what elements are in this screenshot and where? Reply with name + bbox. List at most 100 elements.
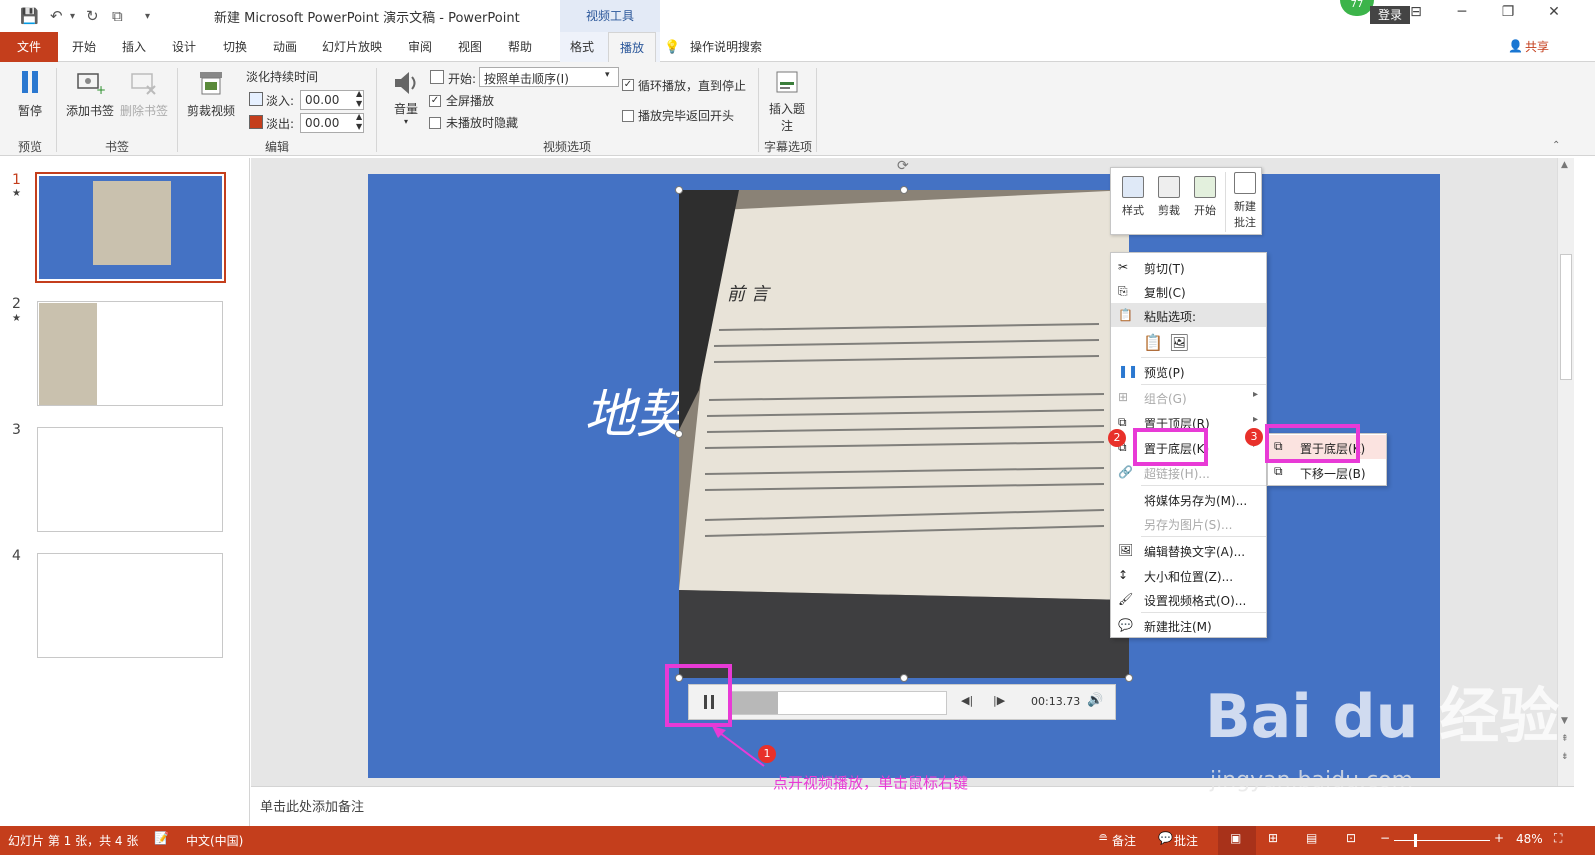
tab-file[interactable]: 文件: [0, 32, 58, 62]
reading-view-icon[interactable]: ▤: [1306, 831, 1317, 845]
zoom-slider[interactable]: [1394, 840, 1490, 841]
submenu-send-backward[interactable]: ⧉ 下移一层(B): [1268, 460, 1386, 484]
trim-video-button[interactable]: 剪裁视频: [184, 68, 238, 119]
tab-review[interactable]: 审阅: [398, 32, 442, 62]
pause-button[interactable]: 暂停: [12, 68, 48, 119]
undo-icon[interactable]: ↶: [50, 7, 63, 25]
add-bookmark-button[interactable]: + 添加书签: [64, 68, 116, 119]
video-object[interactable]: 前 言: [679, 190, 1129, 678]
video-progress-fill: [730, 692, 778, 714]
menu-new-comment[interactable]: 💬 新建批注(M): [1111, 613, 1266, 637]
paste-keep-format-icon[interactable]: 📋: [1143, 333, 1163, 352]
volume-dropdown-icon[interactable]: ▾: [386, 117, 426, 126]
slideshow-view-icon[interactable]: ⊡: [1346, 831, 1356, 845]
video-tools-header: 视频工具: [560, 0, 660, 32]
tab-view[interactable]: 视图: [448, 32, 492, 62]
menu-copy[interactable]: ⎘ 复制(C): [1111, 279, 1266, 303]
previous-slide-icon[interactable]: ⇞: [1561, 734, 1569, 744]
zoom-out-icon[interactable]: −: [1380, 831, 1390, 845]
start-dropdown-icon[interactable]: ▾: [605, 70, 610, 80]
tell-me-search[interactable]: 操作说明搜索: [686, 32, 766, 62]
menu-cut[interactable]: ✂ 剪切(T): [1111, 255, 1266, 279]
undo-dropdown-icon[interactable]: ▾: [70, 11, 75, 22]
share-person-icon[interactable]: 👤: [1508, 39, 1523, 53]
ribbon-display-options-icon[interactable]: ⊟: [1396, 4, 1436, 28]
tab-slideshow[interactable]: 幻灯片放映: [316, 32, 388, 62]
slide-thumbnail-3[interactable]: [37, 427, 223, 532]
fade-in-spinner-icon[interactable]: ▲ ▼: [356, 89, 362, 109]
language-indicator[interactable]: 中文(中国): [186, 832, 243, 849]
resize-handle[interactable]: [1125, 674, 1133, 682]
tab-insert[interactable]: 插入: [112, 32, 156, 62]
save-icon[interactable]: 💾: [20, 7, 39, 25]
start-button[interactable]: 开始: [1187, 176, 1223, 218]
share-button[interactable]: 共享: [1522, 32, 1552, 62]
tab-playback[interactable]: 播放: [608, 32, 656, 62]
present-from-start-icon[interactable]: ⧉: [112, 7, 123, 25]
slide-thumbnail-1[interactable]: [35, 172, 226, 283]
fullscreen-checkbox[interactable]: ✓: [429, 95, 441, 107]
step-back-icon[interactable]: ◀|: [961, 694, 973, 707]
tab-design[interactable]: 设计: [162, 32, 206, 62]
resize-handle[interactable]: [900, 674, 908, 682]
zoom-in-icon[interactable]: +: [1494, 831, 1504, 845]
resize-handle[interactable]: [900, 186, 908, 194]
video-progress-track[interactable]: [729, 691, 947, 715]
zoom-level[interactable]: 48%: [1516, 832, 1543, 846]
step-forward-icon[interactable]: |▶: [993, 694, 1005, 707]
menu-group[interactable]: ⊞ 组合(G) ▸: [1111, 385, 1266, 409]
restore-button[interactable]: ❐: [1488, 4, 1528, 28]
tab-animations[interactable]: 动画: [263, 32, 307, 62]
vertical-scrollbar[interactable]: ▲ ▼ ⇞ ⇟: [1557, 158, 1574, 786]
tab-home[interactable]: 开始: [62, 32, 106, 62]
trim-button[interactable]: 剪裁: [1151, 176, 1187, 218]
menu-size-position[interactable]: ↕ 大小和位置(Z)...: [1111, 563, 1266, 587]
menu-save-media[interactable]: 将媒体另存为(M)...: [1111, 487, 1266, 511]
fade-in-input[interactable]: 00.00: [300, 90, 364, 110]
loop-checkbox[interactable]: ✓: [622, 79, 634, 91]
slide-sorter-icon[interactable]: ⊞: [1268, 831, 1278, 845]
menu-preview[interactable]: ❚❚ 预览(P): [1111, 359, 1266, 383]
rotate-handle-icon[interactable]: ⟳: [897, 158, 909, 174]
scroll-down-icon[interactable]: ▼: [1561, 716, 1568, 726]
save-picture-label: 另存为图片(S)...: [1144, 518, 1233, 532]
slide-thumbnail-4[interactable]: [37, 553, 223, 658]
slide-thumbnail-2[interactable]: [37, 301, 223, 406]
insert-captions-button[interactable]: 插入题 注: [764, 68, 810, 134]
next-slide-icon[interactable]: ⇟: [1561, 752, 1569, 762]
collapse-ribbon-icon[interactable]: ⌃: [1552, 140, 1560, 151]
remove-bookmark-button[interactable]: 删除书签: [118, 68, 170, 119]
hide-not-playing-checkbox[interactable]: [429, 117, 441, 129]
fit-to-window-icon[interactable]: ⛶: [1554, 831, 1562, 846]
fade-out-input[interactable]: 00.00: [300, 113, 364, 133]
slide-title-text[interactable]: 地契: [584, 372, 688, 447]
menu-save-picture[interactable]: 另存为图片(S)...: [1111, 511, 1266, 535]
scroll-thumb[interactable]: [1560, 254, 1572, 380]
menu-alt-text[interactable]: 🖼 编辑替换文字(A)...: [1111, 538, 1266, 562]
rewind-checkbox[interactable]: [622, 110, 634, 122]
notes-toggle-icon[interactable]: ≘: [1098, 831, 1108, 845]
spellcheck-icon[interactable]: 📝: [154, 831, 169, 845]
speaker-icon[interactable]: 🔊: [1087, 693, 1103, 708]
customize-quick-access-icon[interactable]: ▾: [145, 11, 150, 22]
comments-toggle[interactable]: 批注: [1174, 832, 1198, 849]
comments-icon[interactable]: 💬: [1158, 831, 1173, 845]
resize-handle[interactable]: [675, 430, 683, 438]
start-select[interactable]: 按照单击顺序(I): [479, 67, 619, 87]
zoom-slider-thumb[interactable]: [1414, 834, 1417, 847]
resize-handle[interactable]: [675, 186, 683, 194]
minimize-button[interactable]: ─: [1442, 4, 1482, 28]
menu-format-video[interactable]: 🖌 设置视频格式(O)...: [1111, 587, 1266, 611]
style-button[interactable]: 样式: [1115, 176, 1151, 218]
paste-as-picture-icon[interactable]: 🖼: [1169, 333, 1189, 352]
tab-transitions[interactable]: 切换: [213, 32, 257, 62]
tab-format[interactable]: 格式: [562, 32, 602, 62]
fade-out-spinner-icon[interactable]: ▲ ▼: [356, 112, 362, 132]
volume-button[interactable]: 音量 ▾: [386, 68, 426, 126]
redo-icon[interactable]: ↻: [86, 7, 99, 25]
tab-help[interactable]: 帮助: [498, 32, 542, 62]
scroll-up-icon[interactable]: ▲: [1561, 160, 1568, 170]
close-button[interactable]: ✕: [1534, 4, 1574, 28]
new-comment-button[interactable]: 新建 批注: [1227, 172, 1263, 230]
notes-toggle[interactable]: 备注: [1112, 832, 1136, 849]
